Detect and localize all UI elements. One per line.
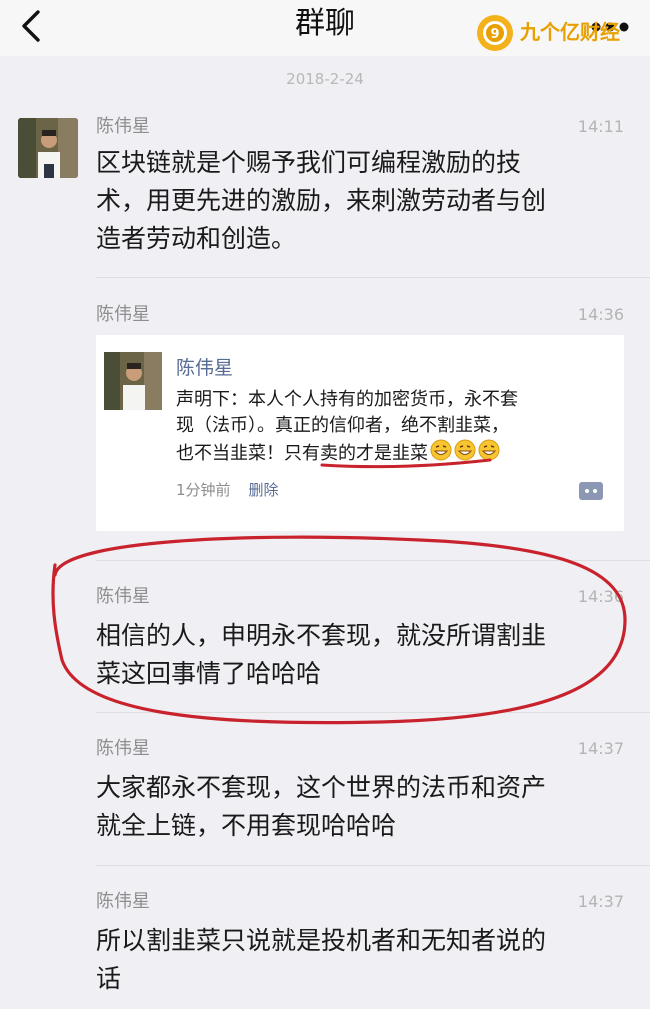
message-sender: 陈伟星 xyxy=(96,304,150,325)
comment-dots-icon xyxy=(579,482,603,500)
avatar[interactable] xyxy=(18,118,78,178)
message-line: 相信的人，申明永不套现，就没所谓割韭 xyxy=(96,621,547,650)
message-text[interactable]: 区块链就是个赐予我们可编程激励的技 术，用更先进的激励，来刺激劳动者与创 造者劳… xyxy=(96,144,616,258)
card-timestamp: 1分钟前 xyxy=(176,481,231,499)
watermark: 9 九个亿财经 xyxy=(476,14,646,52)
grin-emoji-icon xyxy=(478,439,500,469)
avatar-photo xyxy=(18,118,78,178)
message-time: 14:37 xyxy=(577,892,624,911)
delete-link[interactable]: 删除 xyxy=(249,481,279,499)
message-line: 所以割韭菜只说就是投机者和无知者说的 xyxy=(96,926,547,955)
message-line: 大家都永不套现，这个世界的法币和资产 xyxy=(96,773,547,802)
message-sender: 陈伟星 xyxy=(96,891,150,912)
message-line: 造者劳动和创造。 xyxy=(96,224,297,253)
card-text: 声明下：本人个人持有的加密货币，永不套 现（法币）。真正的信仰者，绝不割韭菜， … xyxy=(176,387,606,469)
shared-moment-card[interactable]: 陈伟星 声明下：本人个人持有的加密货币，永不套 现（法币）。真正的信仰者，绝不割… xyxy=(96,335,624,531)
watermark-text: 九个亿财经 xyxy=(520,20,620,44)
card-line: 现（法币）。真正的信仰者，绝不割韭菜， xyxy=(176,415,509,436)
message-text[interactable]: 所以割韭菜只说就是投机者和无知者说的 话 xyxy=(96,922,616,998)
divider xyxy=(96,560,650,561)
message-time: 14:37 xyxy=(577,739,624,758)
message-sender: 陈伟星 xyxy=(96,738,150,759)
card-line: 声明下：本人个人持有的加密货币，永不套 xyxy=(176,389,518,410)
message-sender: 陈伟星 xyxy=(96,116,150,137)
comment-button[interactable] xyxy=(578,481,604,501)
divider xyxy=(96,865,650,866)
message-time: 14:36 xyxy=(577,587,624,606)
top-navigation-bar: 群聊 9 九个亿财经 xyxy=(0,0,650,56)
card-avatar xyxy=(104,352,162,410)
divider xyxy=(96,277,650,278)
message-text[interactable]: 相信的人，申明永不套现，就没所谓割韭 菜这回事情了哈哈哈 xyxy=(96,617,616,693)
message-line: 就全上链，不用套现哈哈哈 xyxy=(96,811,397,840)
svg-text:9: 9 xyxy=(490,27,499,42)
message-line: 菜这回事情了哈哈哈 xyxy=(96,659,322,688)
card-author-name[interactable]: 陈伟星 xyxy=(176,355,233,381)
message-time: 14:36 xyxy=(577,305,624,324)
card-meta: 1分钟前 删除 xyxy=(176,479,297,501)
message-line: 术，用更先进的激励，来刺激劳动者与创 xyxy=(96,186,547,215)
message-time: 14:11 xyxy=(577,117,624,136)
message-line: 区块链就是个赐予我们可编程激励的技 xyxy=(96,148,522,177)
message-text[interactable]: 大家都永不套现，这个世界的法币和资产 就全上链，不用套现哈哈哈 xyxy=(96,769,616,845)
card-line: 也不当韭菜！只有卖的才是韭菜 xyxy=(176,443,428,464)
divider xyxy=(96,712,650,713)
grin-emoji-icon xyxy=(454,439,476,469)
grin-emoji-icon xyxy=(430,439,452,469)
date-divider: 2018-2-24 xyxy=(286,70,364,88)
message-line: 话 xyxy=(96,964,122,993)
message-sender: 陈伟星 xyxy=(96,586,150,607)
watermark-logo-icon: 9 xyxy=(477,15,513,51)
